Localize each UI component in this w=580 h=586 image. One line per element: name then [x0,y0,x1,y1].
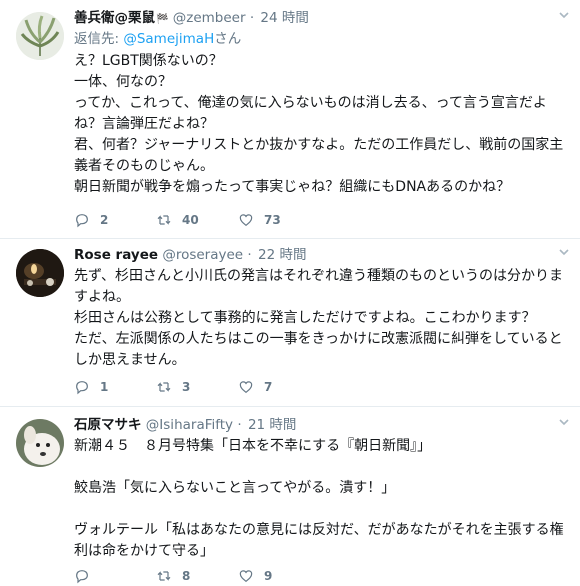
separator-dot: · [237,417,242,433]
timestamp[interactable]: 21 時間 [248,417,296,433]
reply-icon [76,570,88,584]
tweet-text: え？LGBT関係ないの？ 一体、何なの？ ってか、これって、俺達の気に入らないも… [74,53,564,195]
heart-icon [239,381,253,394]
display-name[interactable]: Rose rayee [74,247,158,263]
tweet-text: 先ず、杉田さんと小川氏の発言はそれぞれ違う種類のものというのは分かりますよね。 … [74,268,564,368]
like-count: 9 [264,569,273,583]
reply-icon [76,381,88,395]
reply-to-prefix: 返信先: [74,31,124,47]
display-name[interactable]: 石原マサキ [74,417,142,433]
heart-icon [239,214,253,227]
reply-context: 返信先: @SamejimaHさん [74,28,574,50]
tweet-header: Rose rayee @roserayee · 22 時間 [74,245,574,265]
user-handle[interactable]: @zembeer [173,10,246,26]
tweet-actions: 2 40 73 [74,210,494,230]
retweet-button[interactable]: 3 [156,377,190,397]
reply-button[interactable]: 1 [74,377,108,397]
avatar[interactable] [16,249,64,297]
timestamp[interactable]: 24 時間 [260,10,308,26]
reply-mention-link[interactable]: @SamejimaH [123,31,214,47]
plant-avatar-image [16,12,64,60]
tweet-text: 新潮４５ ８月号特集「日本を不幸にする『朝日新聞』」 鮫島浩「気に入らないこと言… [74,438,564,559]
retweet-icon [157,215,171,225]
chevron-down-icon[interactable] [558,245,570,259]
user-handle[interactable]: @roserayee [162,247,243,263]
chevron-down-icon[interactable] [558,8,570,22]
retweet-icon [157,382,171,392]
tweet[interactable]: Rose rayee @roserayee · 22 時間 先ず、杉田さんと小川… [0,239,580,406]
retweet-button[interactable]: 40 [156,210,199,230]
timestamp[interactable]: 22 時間 [258,247,306,263]
user-handle[interactable]: @IsiharaFifty [146,417,233,433]
tweet[interactable]: 石原マサキ @IsiharaFifty · 21 時間 新潮４５ ８月号特集「日… [0,407,580,586]
like-button[interactable]: 9 [238,566,272,586]
reply-to-suffix: さん [214,31,242,47]
retweet-count: 8 [182,569,191,583]
retweet-button[interactable]: 8 [156,566,190,586]
tweet-actions: 1 3 7 [74,377,494,397]
reply-count: 2 [100,213,109,227]
retweet-count: 3 [182,380,191,394]
tweet-header: 石原マサキ @IsiharaFifty · 21 時間 [74,415,574,435]
like-count: 73 [264,213,281,227]
avatar[interactable] [16,419,64,467]
like-count: 7 [264,380,273,394]
dog-avatar-image [16,419,64,467]
reply-button[interactable]: 2 [74,210,108,230]
reply-icon [76,214,88,228]
reply-button[interactable] [74,566,100,586]
retweet-icon [157,571,171,581]
flag-emoji-icon: 🏁 [156,14,169,25]
separator-dot: · [247,247,252,263]
tweet-header: 善兵衛@栗鼠🏁 @zembeer · 24 時間 [74,8,574,28]
chevron-down-icon[interactable] [558,415,570,429]
avatar[interactable] [16,12,64,60]
tweet[interactable]: 善兵衛@栗鼠🏁 @zembeer · 24 時間 返信先: @SamejimaH… [0,0,580,238]
tweet-actions: 8 9 [74,566,494,586]
heart-icon [239,570,253,583]
display-name[interactable]: 善兵衛@栗鼠 [74,10,155,26]
candle-avatar-image [16,249,64,297]
like-button[interactable]: 73 [238,210,281,230]
retweet-count: 40 [182,213,199,227]
reply-count: 1 [100,380,109,394]
like-button[interactable]: 7 [238,377,272,397]
separator-dot: · [249,10,255,26]
